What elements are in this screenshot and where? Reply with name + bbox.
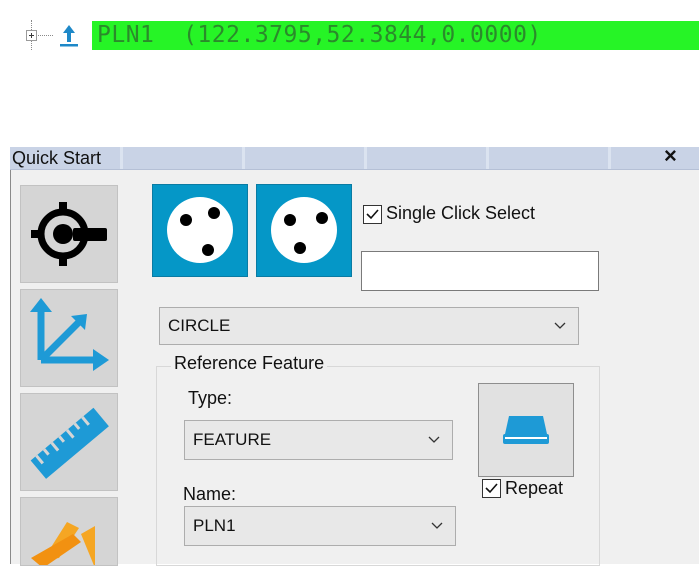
chevron-down-icon: [431, 522, 443, 529]
plane-arrow-icon: [60, 25, 78, 47]
name-label: Name:: [183, 484, 237, 504]
reference-type-value: FEATURE: [193, 430, 272, 449]
stamp-icon: [503, 416, 549, 444]
circle-three-points-icon: [167, 197, 233, 263]
alignment-axes-icon: [30, 298, 109, 371]
tree-connector: [38, 35, 53, 36]
panel-left-border: [10, 170, 11, 564]
panel-title: Quick Start: [12, 148, 102, 168]
reference-name-select[interactable]: PLN1: [184, 506, 456, 546]
repeat-label: Repeat: [505, 478, 564, 498]
reference-name-value: PLN1: [193, 516, 236, 535]
feature-type-select[interactable]: CIRCLE: [159, 307, 579, 345]
type-label: Type:: [188, 388, 233, 408]
circle-mode-button-1[interactable]: [152, 184, 248, 277]
reference-feature-legend: Reference Feature: [171, 353, 328, 374]
single-click-select-checkbox[interactable]: [363, 205, 382, 224]
alignment-tool-button[interactable]: [20, 289, 118, 387]
chevron-down-icon: [554, 322, 566, 329]
single-click-select-label: Single Click Select: [386, 203, 536, 223]
repeat-checkbox[interactable]: [482, 479, 501, 498]
panel-header: [10, 147, 699, 170]
close-icon[interactable]: ×: [664, 143, 677, 169]
circle-three-points-alt-icon: [271, 197, 337, 263]
probe-tool-button[interactable]: [20, 185, 118, 283]
circle-mode-button-2[interactable]: [256, 184, 352, 277]
expand-node-icon[interactable]: [26, 30, 37, 41]
feature-type-value: CIRCLE: [168, 316, 231, 335]
chevron-down-icon: [428, 436, 440, 443]
measure-tool-button[interactable]: [20, 393, 118, 491]
construct-icon: [31, 522, 95, 565]
selection-input[interactable]: [361, 251, 599, 291]
construct-tool-button[interactable]: [20, 497, 118, 566]
tree-item-pln1[interactable]: PLN1 (122.3795,52.3844,0.0000): [97, 22, 542, 48]
ruler-icon: [30, 407, 109, 479]
probe-icon: [31, 202, 107, 266]
reference-type-select[interactable]: FEATURE: [184, 420, 453, 460]
create-feature-button[interactable]: [478, 383, 574, 477]
